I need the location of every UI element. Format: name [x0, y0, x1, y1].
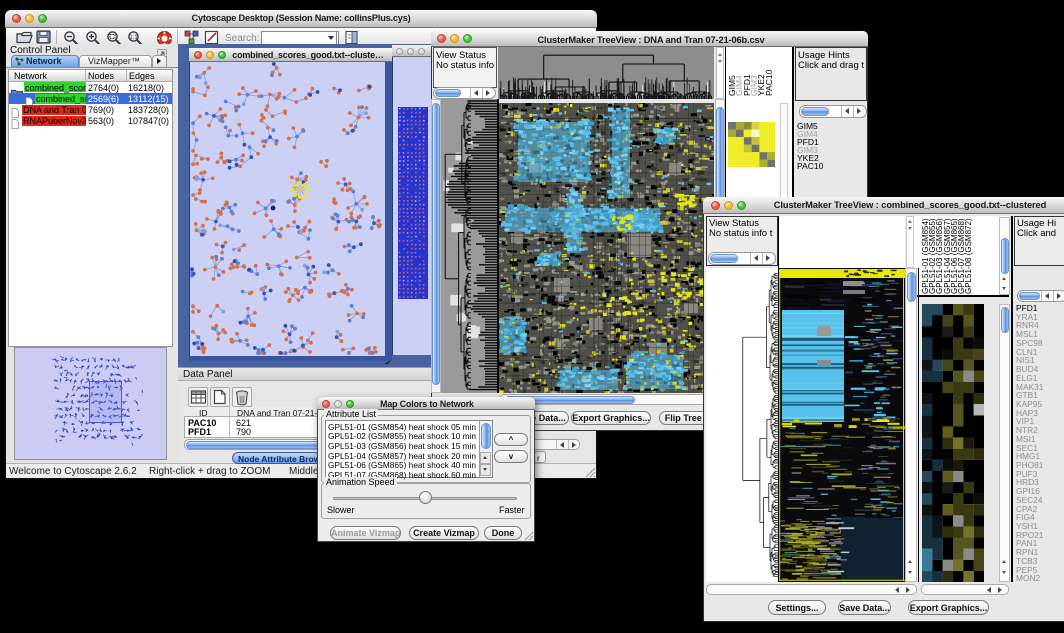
svg-text:1:1: 1:1	[129, 35, 138, 41]
